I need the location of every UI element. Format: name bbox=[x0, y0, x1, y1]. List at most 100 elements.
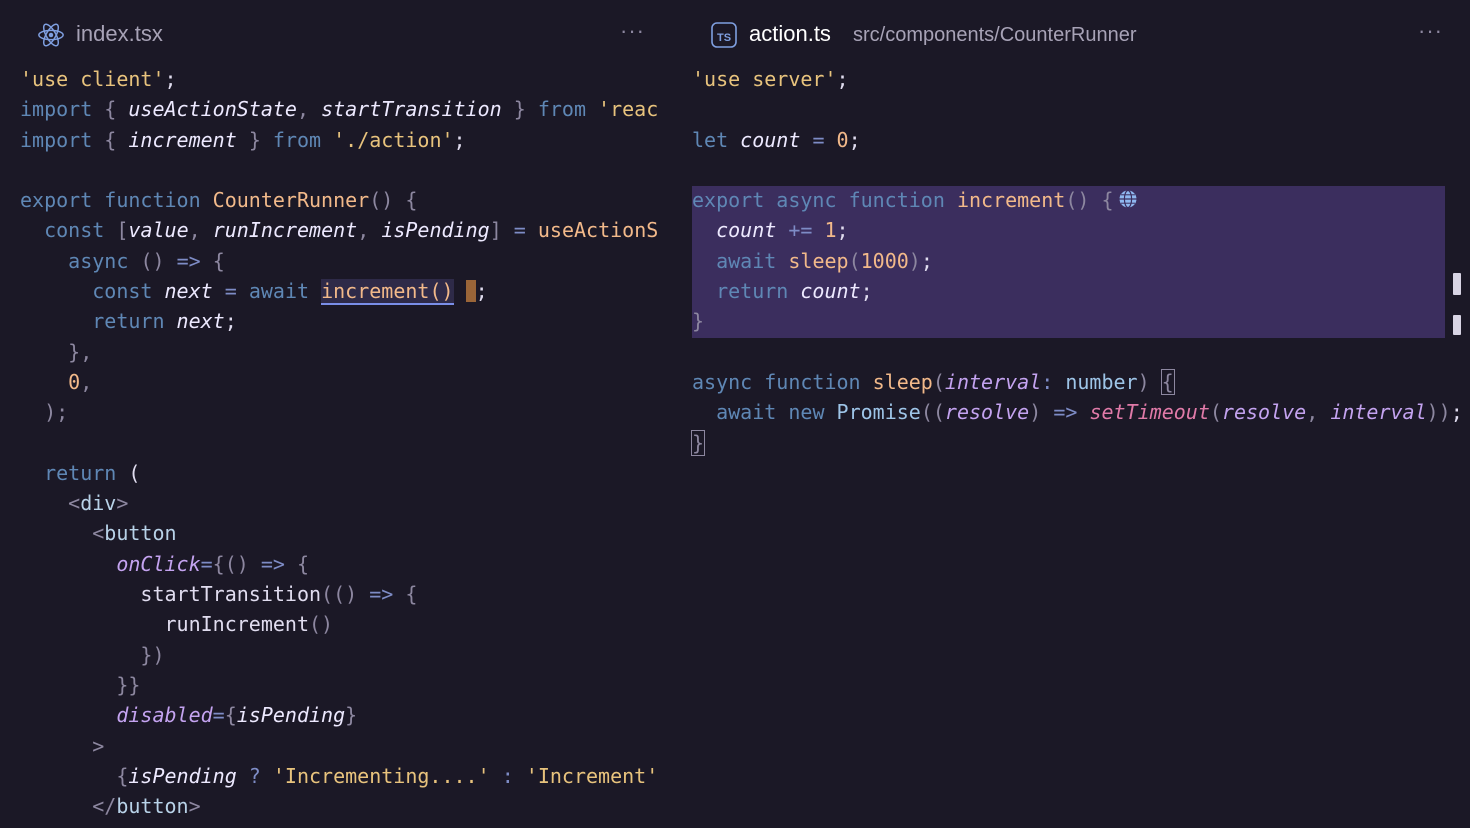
tab-action-ts[interactable]: TS action.ts src/components/CounterRunne… bbox=[672, 0, 1470, 66]
code-token: ? bbox=[248, 763, 261, 788]
code-token: export bbox=[20, 188, 93, 213]
code-token: return bbox=[716, 279, 789, 304]
code-token: ] bbox=[489, 218, 502, 243]
code-token: useActionState bbox=[128, 97, 297, 122]
code-token: ( bbox=[932, 369, 945, 394]
code-token: 0 bbox=[68, 369, 81, 394]
code-token: 'Increment' bbox=[525, 763, 659, 788]
code-token: { bbox=[212, 551, 225, 576]
code-token: ( bbox=[1209, 400, 1222, 425]
code-line: import { useActionState, startTransition… bbox=[20, 94, 660, 124]
code-token: , bbox=[357, 218, 370, 243]
code-token: ) bbox=[1137, 369, 1150, 394]
code-token: 0 bbox=[836, 127, 849, 152]
code-token: await bbox=[716, 400, 777, 425]
code-line: }) bbox=[20, 640, 660, 670]
code-token: = bbox=[224, 279, 237, 304]
code-token: = bbox=[812, 127, 825, 152]
code-token: sleep bbox=[788, 248, 849, 273]
code-token: return bbox=[44, 460, 117, 485]
code-line: let count = 0; bbox=[692, 125, 1463, 155]
code-token: new bbox=[788, 400, 825, 425]
code-token: import bbox=[20, 127, 93, 152]
code-line: } bbox=[690, 428, 1463, 458]
code-token: () bbox=[369, 188, 394, 213]
code-line: disabled={isPending} bbox=[20, 700, 660, 730]
code-token: }) bbox=[140, 642, 165, 667]
code-token: function bbox=[104, 188, 201, 213]
tab-index-tsx[interactable]: index.tsx ··· bbox=[0, 0, 660, 66]
code-token: './action' bbox=[333, 127, 454, 152]
code-token: { bbox=[104, 127, 117, 152]
code-line: const [value, runIncrement, isPending] =… bbox=[20, 215, 660, 245]
more-actions-icon[interactable]: ··· bbox=[620, 18, 645, 44]
code-token: } bbox=[248, 127, 261, 152]
code-token: > bbox=[116, 491, 129, 516]
code-token: count bbox=[740, 127, 801, 152]
code-line: await new Promise((resolve) => setTimeou… bbox=[692, 397, 1463, 427]
code-line: count += 1; bbox=[692, 215, 1463, 245]
code-token: : bbox=[1041, 369, 1054, 394]
matched-bracket: { bbox=[1160, 368, 1175, 395]
code-line: export async function increment() { bbox=[692, 185, 1463, 215]
code-token: CounterRunner bbox=[212, 188, 370, 213]
code-line: }, bbox=[20, 337, 660, 367]
code-token: next bbox=[176, 309, 225, 334]
code-token: { bbox=[405, 188, 418, 213]
code-token: runIncrement bbox=[212, 218, 358, 243]
code-token: const bbox=[44, 218, 105, 243]
code-token: { bbox=[1101, 188, 1114, 213]
code-line: await sleep(1000); bbox=[692, 246, 1463, 276]
code-line: } bbox=[692, 306, 1463, 336]
code-token: interval bbox=[1330, 400, 1427, 425]
code-token: import bbox=[20, 97, 93, 122]
tab-file-path: src/components/CounterRunner bbox=[853, 24, 1137, 46]
scrollbar-marker[interactable] bbox=[1453, 315, 1461, 335]
code-token: const bbox=[92, 279, 153, 304]
code-token: ; bbox=[1450, 400, 1463, 425]
more-actions-icon[interactable]: ··· bbox=[1418, 18, 1443, 44]
code-token: return bbox=[92, 309, 165, 334]
code-token: interval bbox=[944, 369, 1042, 394]
code-line: return next; bbox=[20, 306, 660, 336]
code-token: ) bbox=[908, 248, 921, 273]
code-token: } bbox=[513, 97, 526, 122]
code-token: count bbox=[716, 218, 777, 243]
code-editor[interactable]: 'use client'; import { useActionState, st… bbox=[20, 64, 660, 821]
code-token: ; bbox=[475, 279, 488, 304]
code-line: 'use server'; bbox=[692, 64, 1463, 94]
code-token: = bbox=[513, 218, 526, 243]
code-token: , bbox=[1306, 400, 1319, 425]
code-token: => bbox=[1053, 400, 1078, 425]
code-editor[interactable]: 'use server'; let count = 0; export asyn… bbox=[690, 64, 1463, 458]
code-token: 'reac bbox=[598, 97, 659, 122]
scrollbar-marker[interactable] bbox=[1453, 273, 1461, 295]
code-line: onClick={() => { bbox=[20, 549, 660, 579]
code-token: 'use client' bbox=[20, 67, 165, 91]
